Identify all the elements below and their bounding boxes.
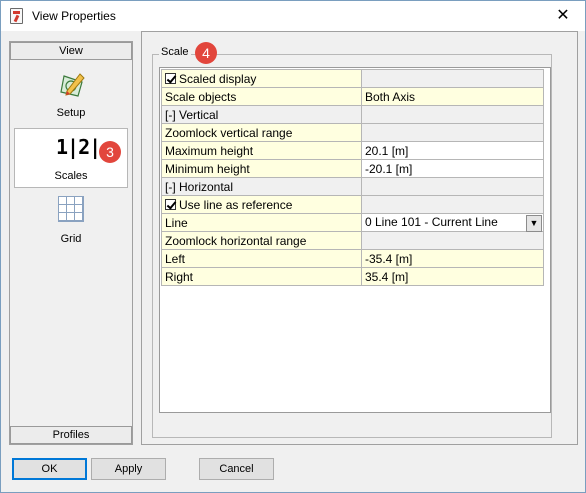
vertical-section-toggle[interactable]: [-] Vertical <box>161 105 362 124</box>
line-dropdown[interactable]: 0 Line 101 - Current Line ▼ <box>361 213 544 232</box>
setup-icon <box>60 73 85 97</box>
apply-button[interactable]: Apply <box>91 458 166 480</box>
window-title: View Properties <box>32 9 116 23</box>
prop-row-minimum-height: Minimum height -20.1 [m] <box>161 159 544 178</box>
annotation-badge-scale: 4 <box>195 42 217 64</box>
property-grid: Scaled display Scale objects Both Axis [… <box>159 67 551 413</box>
prop-label: Maximum height <box>161 141 362 160</box>
nav-item-grid[interactable]: Grid <box>14 192 128 252</box>
grid-icon <box>58 196 84 222</box>
maximum-height-field[interactable]: 20.1 [m] <box>361 141 544 160</box>
prop-row-vertical-section: [-] Vertical <box>161 105 544 124</box>
prop-label: Zoomlock horizontal range <box>161 231 362 250</box>
prop-label: Left <box>161 249 362 268</box>
scale-group-legend: Scale <box>159 46 191 58</box>
scale-objects-value[interactable]: Both Axis <box>361 87 544 106</box>
horizontal-section-toggle[interactable]: [-] Horizontal <box>161 177 362 196</box>
prop-value-cell <box>361 105 544 124</box>
nav-item-setup[interactable]: Setup <box>14 66 128 126</box>
right-value[interactable]: 35.4 [m] <box>361 267 544 286</box>
prop-row-use-line-reference: Use line as reference <box>161 195 544 214</box>
zoomlock-vertical-value[interactable] <box>361 123 544 142</box>
ok-button[interactable]: OK <box>12 458 87 480</box>
zoomlock-horizontal-value[interactable] <box>361 231 544 250</box>
view-group-header[interactable]: View <box>10 42 132 60</box>
prop-label: Use line as reference <box>179 197 293 212</box>
prop-row-scale-objects: Scale objects Both Axis <box>161 87 544 106</box>
prop-label-cell: Use line as reference <box>161 195 362 214</box>
prop-label: Zoomlock vertical range <box>161 123 362 142</box>
annotation-badge-scales: 3 <box>99 141 121 163</box>
prop-label-cell: Scaled display <box>161 69 362 88</box>
minimum-height-field[interactable]: -20.1 [m] <box>361 159 544 178</box>
prop-label: Minimum height <box>161 159 362 178</box>
left-value[interactable]: -35.4 [m] <box>361 249 544 268</box>
nav-item-setup-label: Setup <box>56 107 86 119</box>
prop-label: Right <box>161 267 362 286</box>
prop-row-maximum-height: Maximum height 20.1 [m] <box>161 141 544 160</box>
app-icon <box>10 8 23 24</box>
prop-row-left: Left -35.4 [m] <box>161 249 544 268</box>
prop-value-cell <box>361 69 544 88</box>
view-properties-window: View Properties ✕ View Setup 1|2| Scales… <box>0 0 586 493</box>
prop-label: Line <box>161 213 362 232</box>
nav-item-scales-label: Scales <box>54 170 88 182</box>
prop-label: Scaled display <box>179 71 257 86</box>
category-panel: View Setup 1|2| Scales Grid Profiles <box>9 41 133 445</box>
use-line-reference-checkbox[interactable] <box>165 198 176 210</box>
close-button[interactable]: ✕ <box>541 1 585 31</box>
line-dropdown-value: 0 Line 101 - Current Line <box>365 214 498 229</box>
profiles-group-header[interactable]: Profiles <box>10 426 132 444</box>
prop-row-line: Line 0 Line 101 - Current Line ▼ <box>161 213 544 232</box>
prop-row-zoomlock-vertical: Zoomlock vertical range <box>161 123 544 142</box>
prop-row-zoomlock-horizontal: Zoomlock horizontal range <box>161 231 544 250</box>
title-bar: View Properties ✕ <box>1 1 585 31</box>
prop-value-cell <box>361 177 544 196</box>
cancel-button[interactable]: Cancel <box>199 458 274 480</box>
scaled-display-checkbox[interactable] <box>165 72 176 84</box>
nav-item-grid-label: Grid <box>60 233 82 245</box>
prop-row-right: Right 35.4 [m] <box>161 267 544 286</box>
prop-row-horizontal-section: [-] Horizontal <box>161 177 544 196</box>
chevron-down-icon[interactable]: ▼ <box>526 214 542 232</box>
prop-label: Scale objects <box>161 87 362 106</box>
prop-value-cell <box>361 195 544 214</box>
prop-row-scaled-display: Scaled display <box>161 69 544 88</box>
property-table: Scaled display Scale objects Both Axis [… <box>161 69 544 286</box>
scales-icon: 1|2| <box>56 135 101 159</box>
